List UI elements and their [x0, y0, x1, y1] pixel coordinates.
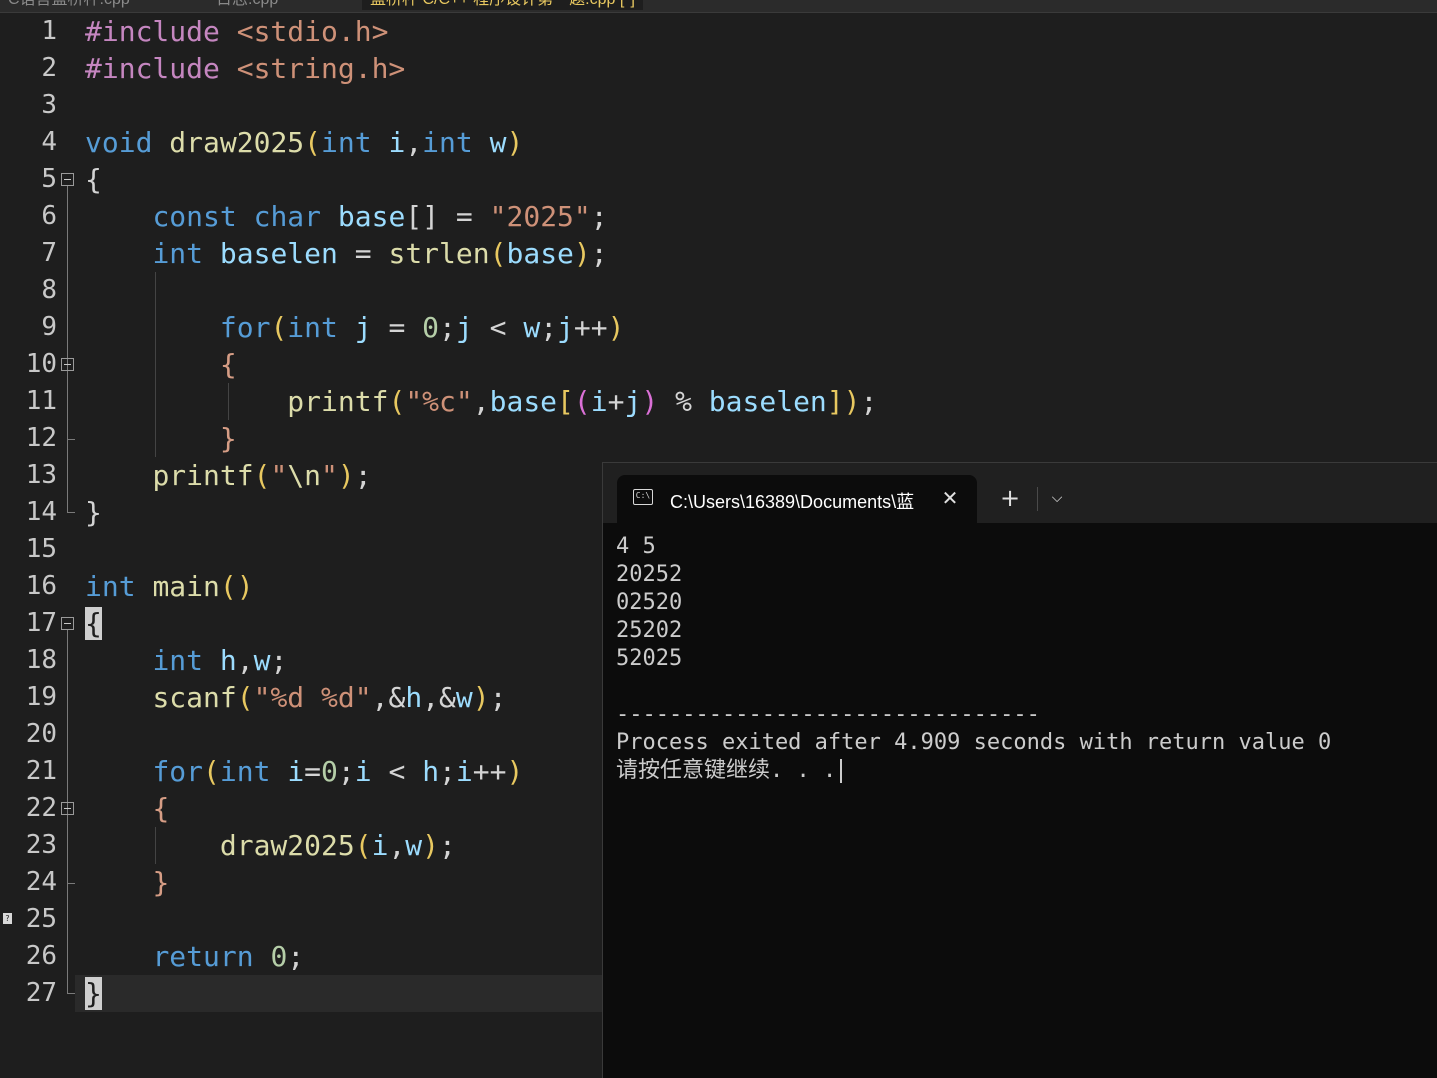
code-line[interactable]: for(int i=0;i < h;i++) [85, 753, 523, 790]
code-line[interactable]: return 0; [85, 938, 304, 975]
code-line[interactable]: draw2025(i,w); [85, 827, 456, 864]
code-line[interactable]: printf("%c",base[(i+j) % baselen]); [85, 383, 877, 420]
fold-end-tick [67, 512, 75, 513]
line-number: 16 [25, 571, 57, 601]
line-number: 26 [25, 941, 57, 971]
titlebar-divider [1037, 487, 1038, 511]
fold-toggle-icon[interactable] [61, 802, 74, 815]
line-number: 15 [25, 534, 57, 564]
fold-end-tick [67, 439, 75, 440]
line-number: 8 [41, 275, 57, 305]
process-exit-message: Process exited after 4.909 seconds with … [616, 730, 1332, 755]
code-line[interactable]: #include <string.h> [85, 50, 405, 87]
line-number: 1 [41, 16, 57, 46]
console-output-line: 20252 [616, 562, 683, 587]
console-separator: -------------------------------- [616, 702, 1040, 727]
line-number: 12 [25, 423, 57, 453]
line-number: 18 [25, 645, 57, 675]
chevron-down-icon[interactable]: ⌵ [1043, 483, 1071, 513]
ide-tab-file-active[interactable]: 蓝桥杯 C/C++ 程序设计第一题.cpp [*] [362, 0, 643, 10]
press-any-key-text: 请按任意键继续. . . [616, 758, 837, 783]
fold-end-tick [67, 993, 75, 994]
code-line[interactable]: for(int j = 0;j < w;j++) [85, 309, 625, 346]
line-number: 27 [25, 978, 57, 1008]
press-any-key-prompt: 请按任意键继续. . . [616, 757, 1437, 785]
line-number: 4 [41, 127, 57, 157]
code-line[interactable]: #include <stdio.h> [85, 13, 388, 50]
code-line[interactable]: const char base[] = "2025"; [85, 198, 607, 235]
code-line[interactable]: { [85, 161, 102, 198]
line-number: 3 [41, 90, 57, 120]
code-line[interactable]: int main() [85, 568, 254, 605]
console-tab-title: C:\Users\16389\Documents\蓝 [670, 492, 915, 510]
code-line[interactable]: int baselen = strlen(base); [85, 235, 607, 272]
line-number: 24 [25, 867, 57, 897]
line-number: 11 [25, 386, 57, 416]
current-line-highlight [75, 975, 605, 1012]
line-number: 2 [41, 53, 57, 83]
line-number: 14 [25, 497, 57, 527]
fold-toggle-icon[interactable] [61, 173, 74, 186]
fold-end-tick [67, 883, 75, 884]
new-tab-plus-icon[interactable]: + [995, 483, 1025, 513]
ide-tab-strip: C语言蓝桥杯.cpp 日志.cpp 蓝桥杯 C/C++ 程序设计第一题.cpp … [0, 0, 1437, 13]
code-line[interactable]: } [85, 864, 169, 901]
code-line[interactable]: int h,w; [85, 642, 287, 679]
text-cursor [840, 759, 843, 783]
code-line[interactable]: void draw2025(int i,int w) [85, 124, 523, 161]
line-number: 17 [25, 608, 57, 638]
code-line[interactable]: { [85, 346, 237, 383]
code-line[interactable]: printf("\n"); [85, 457, 371, 494]
code-line[interactable]: } [85, 975, 102, 1012]
ide-tab-file-1[interactable]: C语言蓝桥杯.cpp [0, 0, 138, 10]
line-number: 23 [25, 830, 57, 860]
line-number: 5 [41, 164, 57, 194]
fold-toggle-icon[interactable] [61, 617, 74, 630]
line-number: 13 [25, 460, 57, 490]
console-window[interactable]: C:\ C:\Users\16389\Documents\蓝 ✕ + ⌵ 4 5… [602, 462, 1437, 1078]
console-output-line: 52025 [616, 646, 683, 671]
code-line[interactable]: { [85, 790, 169, 827]
line-number: 20 [25, 719, 57, 749]
line-number: 9 [41, 312, 57, 342]
console-output-line: 02520 [616, 590, 683, 615]
console-output-line: 4 5 [616, 534, 656, 559]
code-line[interactable]: } [85, 494, 102, 531]
line-number: 7 [41, 238, 57, 268]
ide-tab-file-2[interactable]: 日志.cpp [208, 0, 286, 10]
fold-guide-line [67, 186, 68, 513]
console-output[interactable]: 4 5 20252 02520 25202 52025 ------------… [616, 533, 1437, 785]
terminal-icon: C:\ [633, 489, 653, 505]
line-number: 22 [25, 793, 57, 823]
fold-toggle-icon[interactable] [61, 358, 74, 371]
line-number: 19 [25, 682, 57, 712]
close-icon[interactable]: ✕ [935, 483, 965, 513]
line-number: 25 [25, 904, 57, 934]
code-line[interactable]: scanf("%d %d",&h,&w); [85, 679, 506, 716]
code-line[interactable]: { [85, 605, 102, 642]
console-titlebar[interactable]: C:\ C:\Users\16389\Documents\蓝 ✕ + ⌵ [603, 463, 1437, 523]
line-number: 21 [25, 756, 57, 786]
code-line[interactable]: } [85, 420, 237, 457]
console-output-line: 25202 [616, 618, 683, 643]
line-number: 6 [41, 201, 57, 231]
line-number: 10 [25, 349, 57, 379]
console-tab[interactable]: C:\ C:\Users\16389\Documents\蓝 ✕ [617, 475, 977, 523]
